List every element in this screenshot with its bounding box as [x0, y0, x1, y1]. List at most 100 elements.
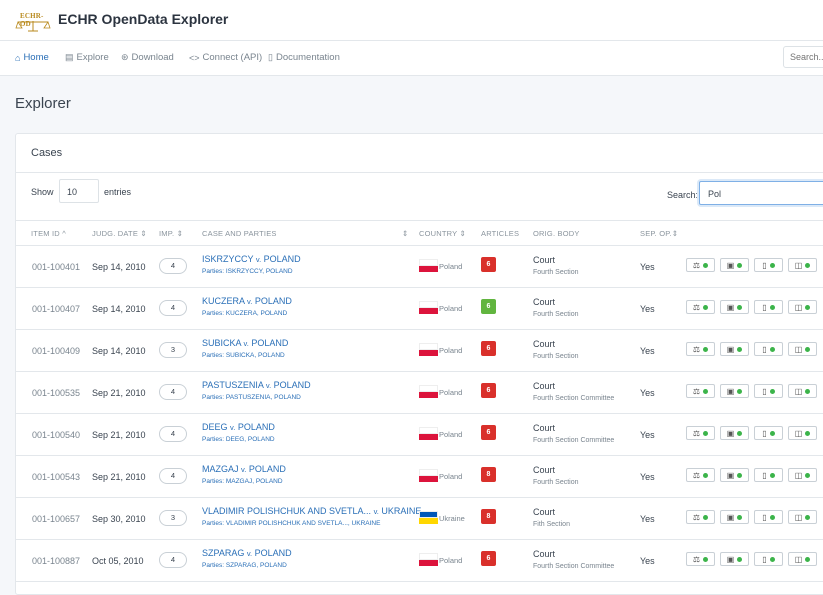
- scales-button[interactable]: ⚖: [686, 342, 715, 356]
- id-card-button[interactable]: ▣: [720, 552, 749, 566]
- scales-icon: ⚖: [692, 428, 701, 438]
- country-name: Poland: [439, 346, 463, 355]
- col-importance[interactable]: IMP. ⇕: [159, 229, 183, 238]
- file-button[interactable]: ▯: [754, 342, 783, 356]
- nav-explore[interactable]: ▤ Explore: [65, 52, 109, 63]
- id-card-button[interactable]: ▣: [720, 426, 749, 440]
- status-dot: [703, 430, 709, 436]
- judgment-date: Sep 21, 2010: [92, 388, 146, 398]
- case-title-link[interactable]: VLADIMIR POLISHCHUK AND SVETLA... v. UKR…: [202, 506, 421, 516]
- table-row[interactable]: 001-100540 Sep 21, 2010 4 DEEG v. POLAND Par…: [16, 413, 823, 456]
- table-row[interactable]: 001-100657 Sep 30, 2010 3 VLADIMIR POLISHCH…: [16, 497, 823, 540]
- status-dot: [769, 262, 775, 268]
- articles-badge[interactable]: 6: [481, 299, 496, 314]
- scales-button[interactable]: ⚖: [686, 468, 715, 482]
- file-button[interactable]: ▯: [754, 258, 783, 272]
- sep-op-value: Yes: [640, 262, 655, 272]
- nav-download[interactable]: ⊛ Download: [121, 52, 174, 63]
- nav-connect-api[interactable]: <> Connect (API): [189, 52, 262, 63]
- col-orig-body[interactable]: ORIG. BODY: [533, 229, 580, 238]
- note-button[interactable]: ◫: [788, 384, 817, 398]
- case-title-link[interactable]: KUCZERA v. POLAND: [202, 296, 292, 306]
- item-id[interactable]: 001-100407: [32, 304, 80, 314]
- scales-button[interactable]: ⚖: [686, 258, 715, 272]
- table-row[interactable]: 001-100543 Sep 21, 2010 4 MAZGAJ v. POLAND P…: [16, 455, 823, 498]
- file-button[interactable]: ▯: [754, 510, 783, 524]
- table-row[interactable]: 001-100407 Sep 14, 2010 4 KUCZERA v. POLAND…: [16, 287, 823, 330]
- table-row[interactable]: 001-100401 Sep 14, 2010 4 ISKRZYCCY v. POLA…: [16, 245, 823, 288]
- table-row[interactable]: 001-100535 Sep 21, 2010 4 PASTUSZENIA v. PO…: [16, 371, 823, 414]
- articles-badge[interactable]: 6: [481, 551, 496, 566]
- item-id[interactable]: 001-100887: [32, 556, 80, 566]
- col-case-and-parties[interactable]: CASE AND PARTIES: [202, 229, 277, 238]
- nav-search-input[interactable]: [783, 46, 823, 68]
- col-judg-date[interactable]: JUDG. DATE ⇕: [92, 229, 147, 238]
- scales-button[interactable]: ⚖: [686, 384, 715, 398]
- id-card-button[interactable]: ▣: [720, 342, 749, 356]
- id-card-button[interactable]: ▣: [720, 258, 749, 272]
- entries-select[interactable]: 10: [59, 179, 99, 203]
- articles-badge[interactable]: 8: [481, 467, 496, 482]
- file-button[interactable]: ▯: [754, 384, 783, 398]
- item-id[interactable]: 001-100543: [32, 472, 80, 482]
- table-row[interactable]: 001-100887 Oct 05, 2010 4 SZPARAG v. POLAND…: [16, 539, 823, 582]
- download-icon: ⊛: [121, 52, 129, 62]
- case-parties: Parties: KUCZERA, POLAND: [202, 310, 288, 317]
- col-articles[interactable]: ARTICLES: [481, 229, 519, 238]
- nav-home[interactable]: ⌂ Home: [15, 52, 49, 63]
- note-button[interactable]: ◫: [788, 258, 817, 272]
- country-name: Poland: [439, 556, 463, 565]
- file-icon: ▯: [762, 302, 767, 312]
- note-button[interactable]: ◫: [788, 342, 817, 356]
- sort-icon: ⇕: [176, 229, 184, 238]
- sort-icon[interactable]: ⇕: [402, 229, 408, 238]
- note-button[interactable]: ◫: [788, 468, 817, 482]
- case-title-link[interactable]: MAZGAJ v. POLAND: [202, 464, 286, 474]
- scales-button[interactable]: ⚖: [686, 300, 715, 314]
- note-button[interactable]: ◫: [788, 552, 817, 566]
- echr-logo[interactable]: ECHR-OD: [15, 12, 51, 32]
- table-search-input[interactable]: Pol: [699, 181, 823, 205]
- item-id[interactable]: 001-100401: [32, 262, 80, 272]
- id-card-button[interactable]: ▣: [720, 384, 749, 398]
- articles-badge[interactable]: 6: [481, 383, 496, 398]
- note-button[interactable]: ◫: [788, 510, 817, 524]
- importance-badge: 4: [159, 258, 187, 274]
- file-icon: ▯: [762, 554, 767, 564]
- status-dot: [703, 472, 709, 478]
- file-button[interactable]: ▯: [754, 300, 783, 314]
- scales-button[interactable]: ⚖: [686, 552, 715, 566]
- nav-documentation[interactable]: ▯ Documentation: [268, 52, 340, 63]
- table-row[interactable]: 001-100409 Sep 14, 2010 3 SUBICKA v. POLAND…: [16, 329, 823, 372]
- id-card-button[interactable]: ▣: [720, 510, 749, 524]
- item-id[interactable]: 001-100535: [32, 388, 80, 398]
- note-button[interactable]: ◫: [788, 426, 817, 440]
- file-button[interactable]: ▯: [754, 468, 783, 482]
- col-sep-op[interactable]: SEP. OP.⇕: [640, 229, 678, 238]
- item-id[interactable]: 001-100657: [32, 514, 80, 524]
- orig-body: Court: [533, 549, 556, 559]
- id-card-button[interactable]: ▣: [720, 468, 749, 482]
- scales-button[interactable]: ⚖: [686, 426, 715, 440]
- id-card-button[interactable]: ▣: [720, 300, 749, 314]
- col-country[interactable]: COUNTRY ⇕: [419, 229, 466, 238]
- app-title[interactable]: ECHR OpenData Explorer: [58, 11, 228, 27]
- item-id[interactable]: 001-100409: [32, 346, 80, 356]
- case-title-link[interactable]: PASTUSZENIA v. POLAND: [202, 380, 311, 390]
- case-title-link[interactable]: SUBICKA v. POLAND: [202, 338, 288, 348]
- item-id[interactable]: 001-100540: [32, 430, 80, 440]
- scales-button[interactable]: ⚖: [686, 510, 715, 524]
- judgment-date: Sep 21, 2010: [92, 472, 146, 482]
- case-title-link[interactable]: DEEG v. POLAND: [202, 422, 275, 432]
- file-button[interactable]: ▯: [754, 426, 783, 440]
- case-title-link[interactable]: SZPARAG v. POLAND: [202, 548, 292, 558]
- articles-badge[interactable]: 6: [481, 257, 496, 272]
- col-item-id[interactable]: ITEM ID ^: [31, 229, 66, 238]
- note-button[interactable]: ◫: [788, 300, 817, 314]
- importance-badge: 4: [159, 300, 187, 316]
- file-button[interactable]: ▯: [754, 552, 783, 566]
- case-title-link[interactable]: ISKRZYCCY v. POLAND: [202, 254, 301, 264]
- articles-badge[interactable]: 6: [481, 425, 496, 440]
- articles-badge[interactable]: 6: [481, 341, 496, 356]
- articles-badge[interactable]: 8: [481, 509, 496, 524]
